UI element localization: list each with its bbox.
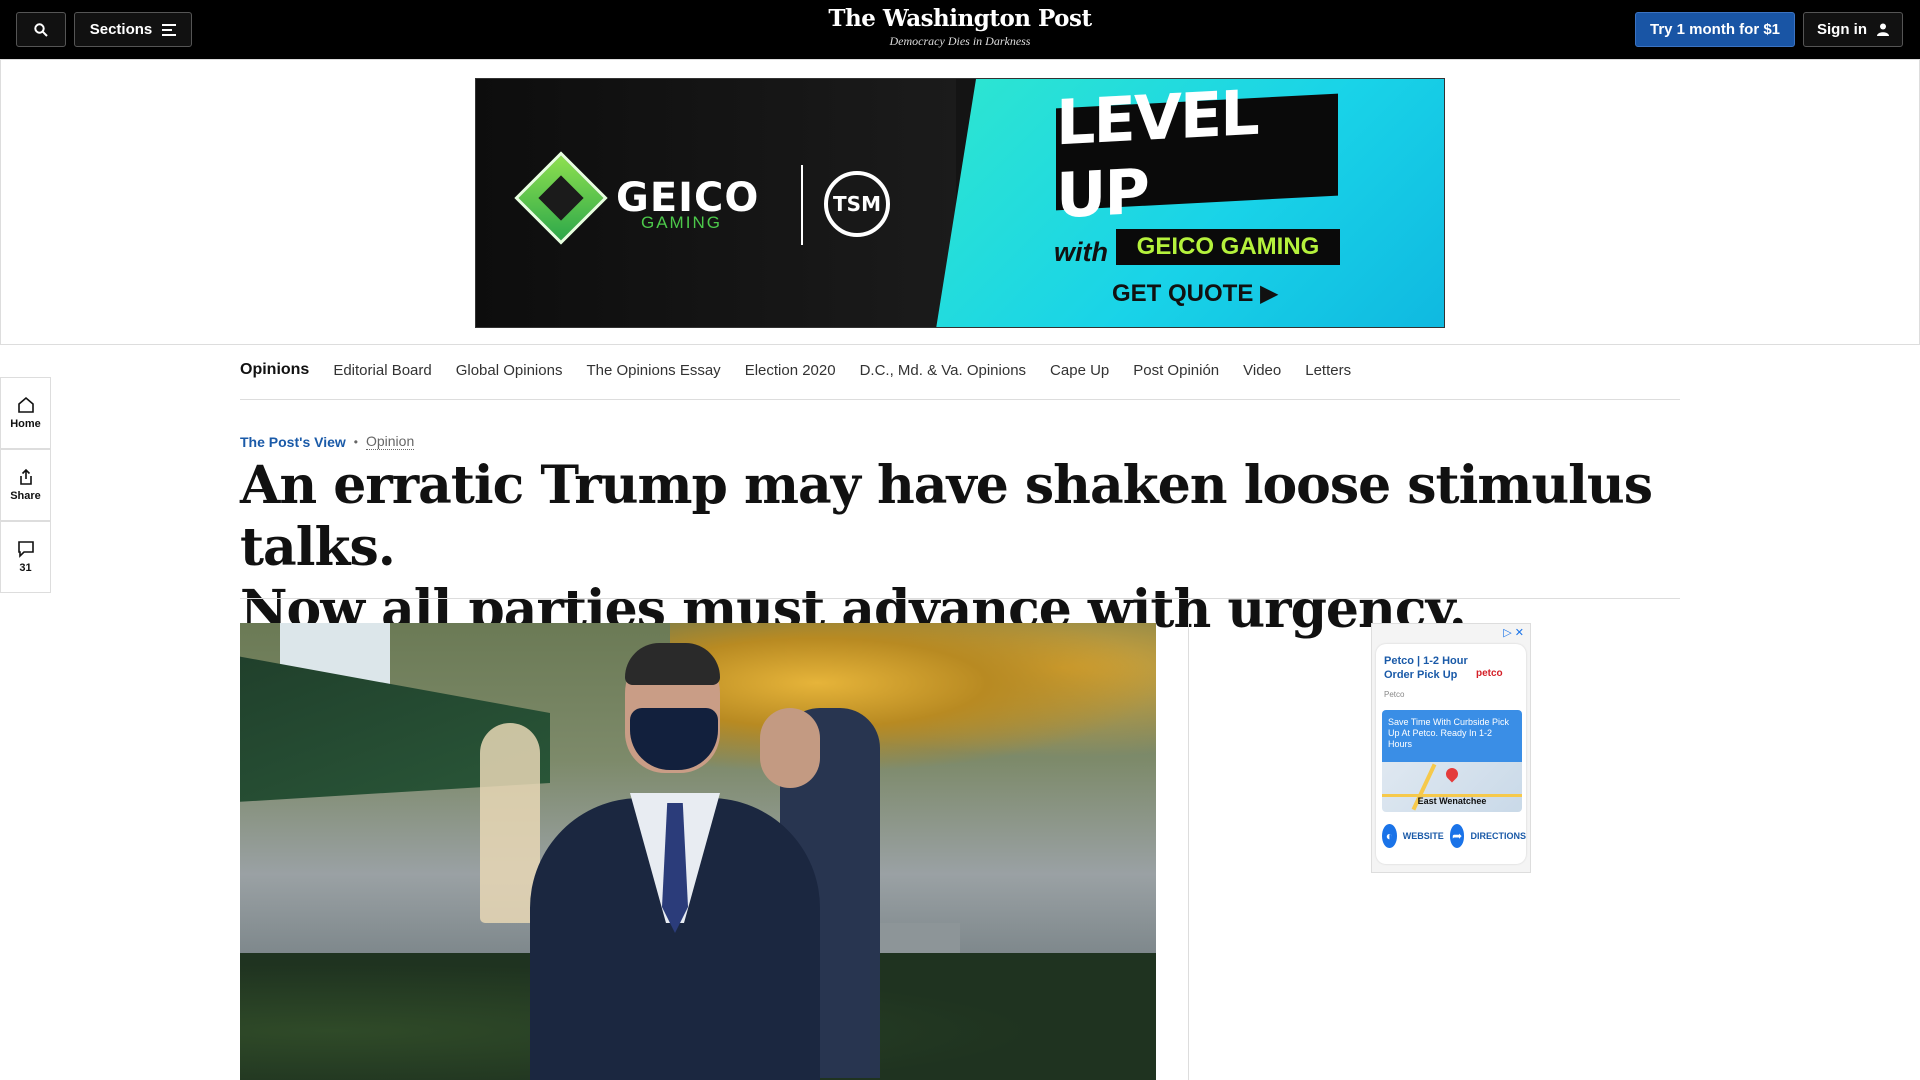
column-divider — [1188, 623, 1189, 1080]
search-icon — [34, 22, 48, 37]
nav-election-2020[interactable]: Election 2020 — [745, 362, 836, 379]
share-icon — [19, 468, 32, 485]
sidebar-ad-map[interactable]: East Wenatchee — [1382, 762, 1522, 812]
banner-product: GEICO GAMING — [1116, 229, 1340, 265]
directions-link[interactable]: DIRECTIONS — [1470, 831, 1526, 841]
nav-editorial-board[interactable]: Editorial Board — [333, 362, 431, 379]
top-bar: Sections The Washington Post Democracy D… — [0, 0, 1920, 59]
headline-line-1: An erratic Trump may have shaken loose s… — [240, 455, 1653, 578]
nav-cape-up[interactable]: Cape Up — [1050, 362, 1109, 379]
map-city-label: East Wenatchee — [1417, 796, 1487, 806]
share-label: Share — [10, 490, 41, 502]
comments-count: 31 — [19, 562, 32, 574]
comment-icon — [17, 541, 34, 558]
sidebar-ad-title[interactable]: Petco | 1-2 Hour Order Pick Up — [1384, 654, 1474, 682]
sidebar-ad-brand: petco — [1476, 668, 1503, 679]
sidebar-ad-advertiser: Petco — [1384, 690, 1405, 699]
sections-label: Sections — [89, 21, 153, 38]
nav-letters[interactable]: Letters — [1305, 362, 1351, 379]
nav-dc-md-va-opinions[interactable]: D.C., Md. & Va. Opinions — [860, 362, 1026, 379]
banner-divider — [801, 165, 803, 245]
tsm-logo: TSM — [824, 171, 890, 237]
directions-icon[interactable]: ➦ — [1449, 824, 1465, 848]
kicker-separator: • — [353, 434, 358, 449]
ad-choices-icon[interactable]: ▷ ✕ — [1503, 626, 1524, 639]
banner-with: with — [1054, 237, 1108, 267]
sections-button[interactable]: Sections — [74, 12, 192, 47]
section-nav: Opinions Editorial Board Global Opinions… — [240, 355, 1375, 385]
sidebar-ad-actions: ◐ WEBSITE ➦ DIRECTIONS — [1382, 824, 1526, 848]
sidebar-ad[interactable]: ▷ ✕ Petco | 1-2 Hour Order Pick Up petco… — [1371, 623, 1531, 873]
kicker-label[interactable]: The Post's View — [240, 434, 346, 450]
article-headline: An erratic Trump may have shaken loose s… — [240, 455, 1680, 641]
sidebar-ad-promo: Save Time With Curbside Pick Up At Petco… — [1382, 710, 1522, 762]
map-pin-icon — [1443, 765, 1461, 783]
banner-cta[interactable]: GET QUOTE ▶ — [1112, 279, 1278, 308]
sidebar-ad-card[interactable]: Petco | 1-2 Hour Order Pick Up petco Pet… — [1376, 644, 1526, 864]
search-button[interactable] — [16, 12, 66, 47]
home-button[interactable]: Home — [0, 377, 51, 449]
headline-divider — [240, 598, 1680, 599]
sign-in-button[interactable]: Sign in — [1803, 12, 1903, 47]
hamburger-icon — [162, 23, 177, 36]
nav-divider — [240, 399, 1680, 400]
banner-headline: LEVEL UP — [1056, 79, 1338, 232]
geico-g-logo — [514, 151, 608, 245]
banner-left-panel: GEICO GAMING TSM — [476, 79, 956, 327]
nav-global-opinions[interactable]: Global Opinions — [456, 362, 563, 379]
banner-brand-sub: GAMING — [641, 213, 722, 232]
category-label[interactable]: Opinion — [365, 433, 415, 450]
ad-banner[interactable]: GEICO GAMING TSM LEVEL UP with GEICO GAM… — [475, 78, 1445, 328]
nav-opinions-essay[interactable]: The Opinions Essay — [586, 362, 720, 379]
user-icon — [1877, 23, 1889, 36]
lead-photo — [240, 623, 1156, 1080]
article-kicker: The Post's View • Opinion — [240, 433, 415, 450]
website-link[interactable]: WEBSITE — [1403, 831, 1444, 841]
sign-in-label: Sign in — [1817, 21, 1867, 38]
home-label: Home — [10, 418, 41, 430]
nav-opinions[interactable]: Opinions — [240, 361, 309, 379]
globe-icon[interactable]: ◐ — [1382, 824, 1397, 848]
nav-post-opinion[interactable]: Post Opinión — [1133, 362, 1219, 379]
logo-tagline: Democracy Dies in Darkness — [889, 34, 1031, 48]
try-subscription-button[interactable]: Try 1 month for $1 — [1635, 12, 1795, 47]
masthead: The Washington Post Democracy Dies in Da… — [0, 4, 1920, 48]
home-icon — [17, 396, 34, 413]
share-button[interactable]: Share — [0, 449, 51, 521]
comments-button[interactable]: 31 — [0, 521, 51, 593]
logo-title[interactable]: The Washington Post — [828, 4, 1092, 34]
nav-video[interactable]: Video — [1243, 362, 1281, 379]
